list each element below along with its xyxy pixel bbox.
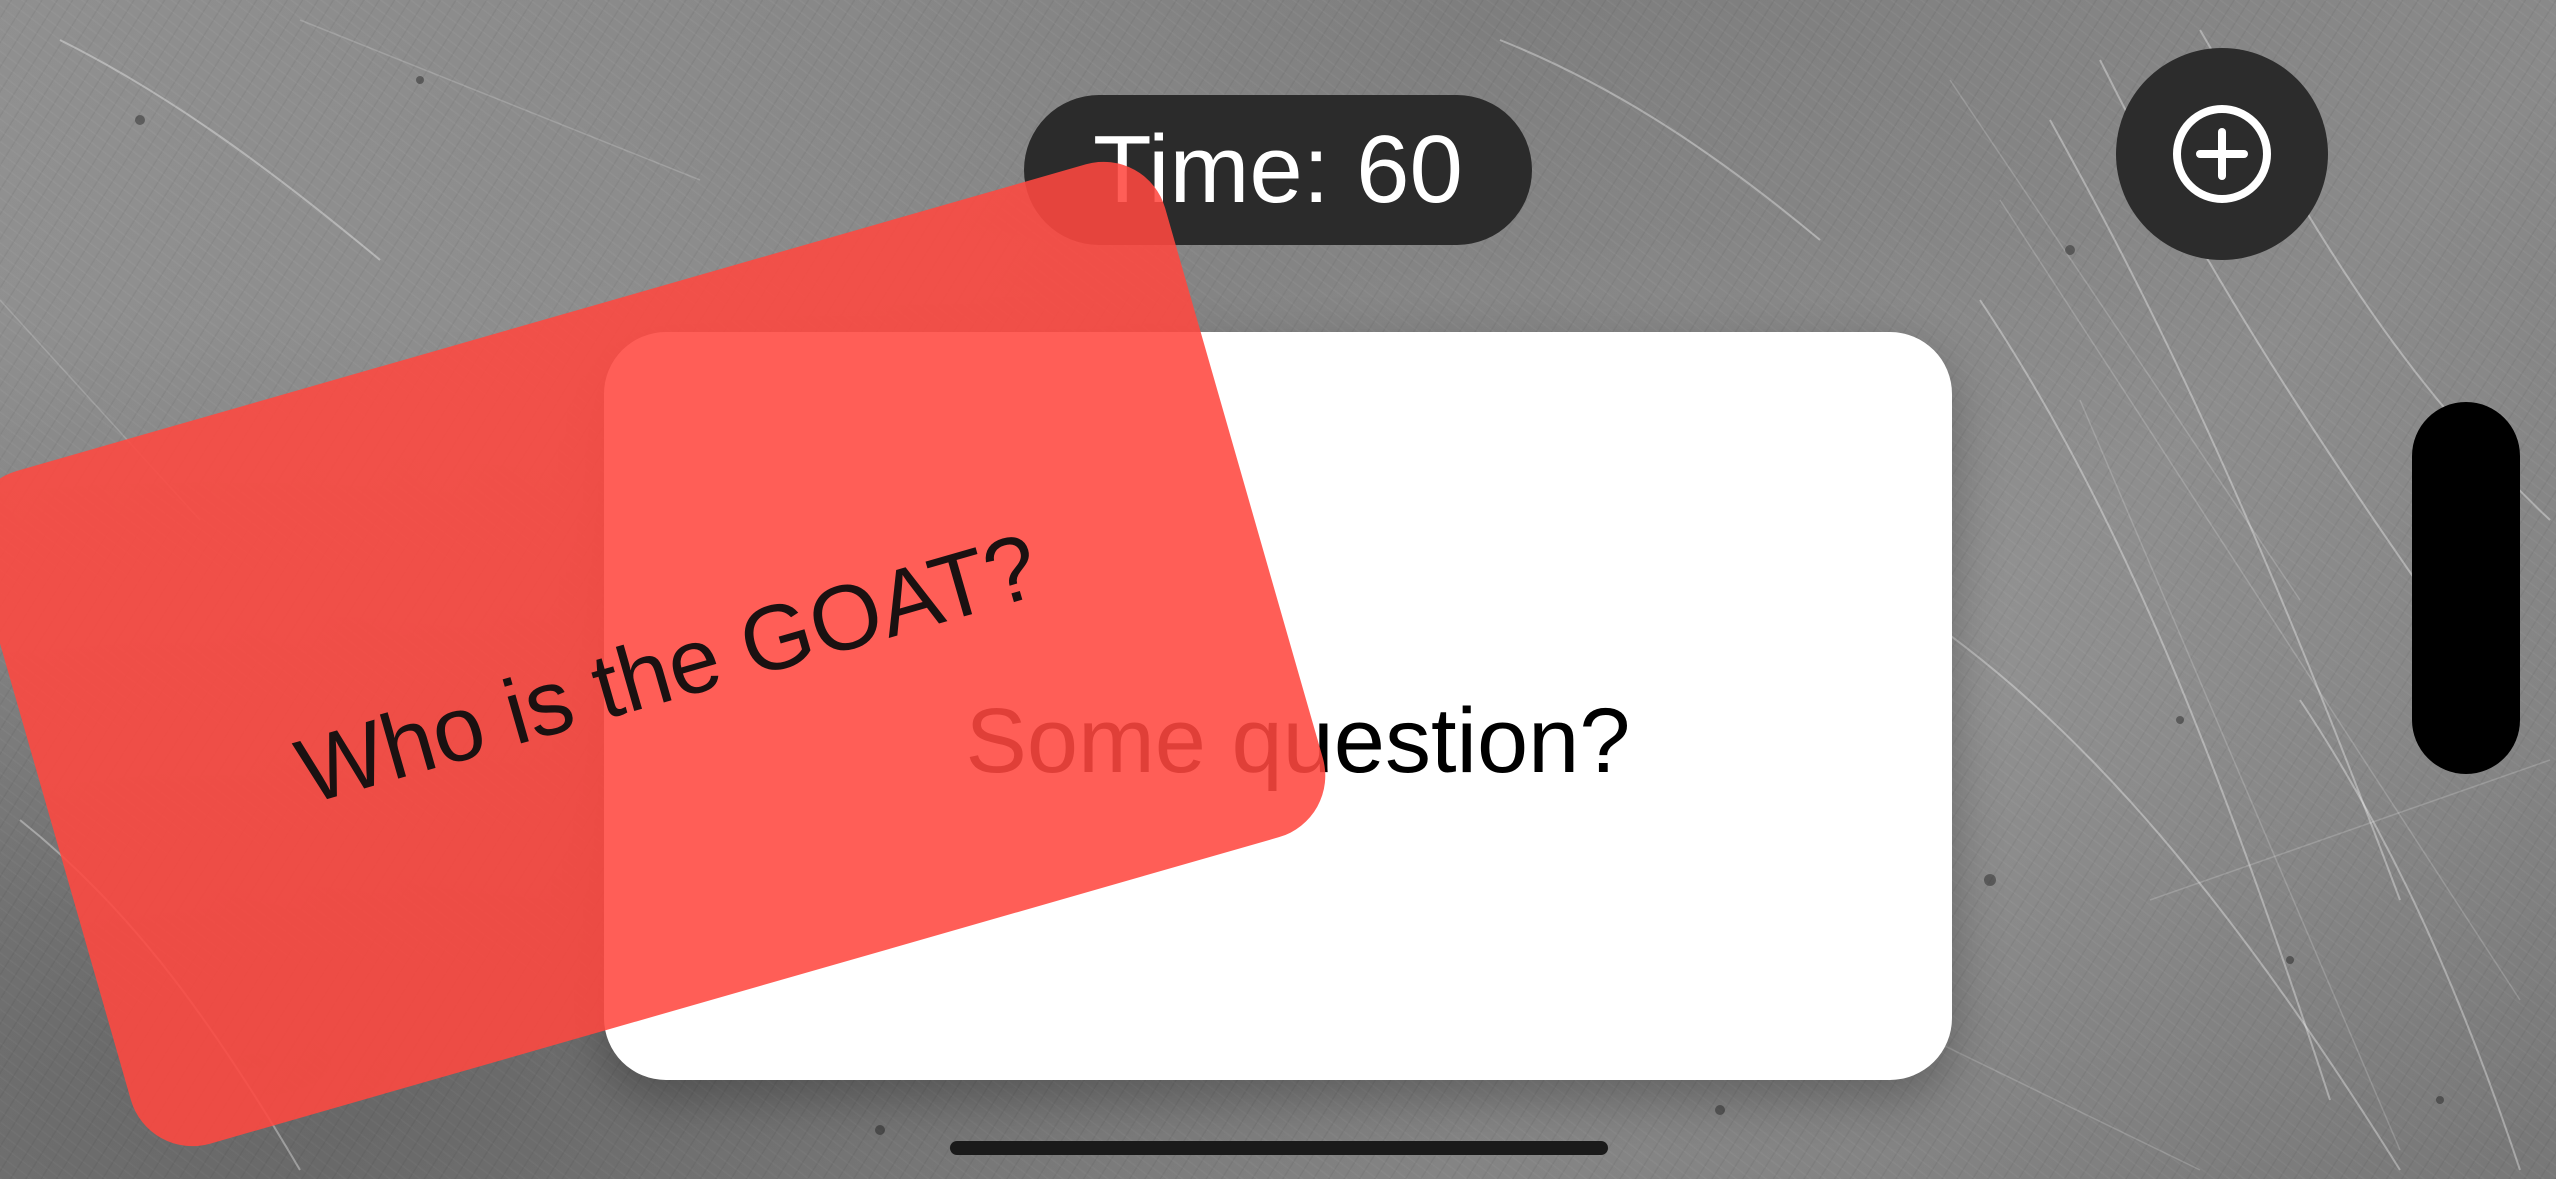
swipe-card-text: Who is the GOAT?	[285, 514, 1050, 824]
plus-circle-icon	[2173, 105, 2271, 203]
add-card-button[interactable]	[2116, 48, 2328, 260]
side-handle	[2412, 402, 2520, 774]
home-indicator[interactable]	[950, 1141, 1608, 1155]
